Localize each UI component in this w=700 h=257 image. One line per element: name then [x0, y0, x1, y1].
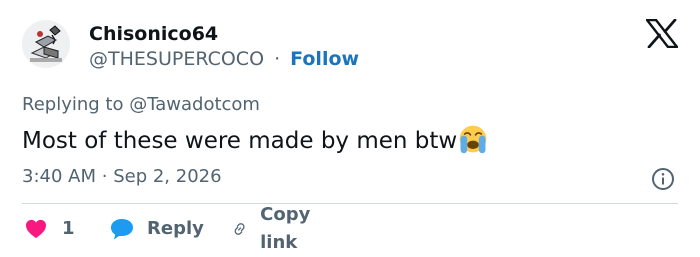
handle-separator: ·: [274, 48, 281, 70]
author-handle[interactable]: @THESUPERCOCO: [89, 48, 264, 70]
like-button[interactable]: 1: [25, 215, 75, 243]
divider: [22, 203, 678, 204]
reply-button[interactable]: Reply: [110, 215, 204, 243]
reply-label: Reply: [147, 218, 204, 239]
replying-mention[interactable]: @Tawadotcom: [129, 94, 260, 115]
time-separator: ·: [101, 166, 108, 187]
follow-button[interactable]: Follow: [290, 48, 359, 70]
heart-icon: [26, 219, 46, 239]
like-count: 1: [62, 218, 75, 239]
loudly-crying-face-icon: [459, 125, 487, 154]
x-logo-icon[interactable]: [646, 19, 678, 48]
author-name[interactable]: Chisonico64: [89, 22, 218, 46]
tweet-text: Most of these were made by men btw: [22, 124, 488, 157]
replying-prefix: Replying to: [22, 94, 124, 115]
avatar-drawing: [22, 20, 70, 68]
tweet-date: Sep 2, 2026: [113, 166, 222, 187]
replying-to: Replying to @Tawadotcom: [22, 93, 260, 117]
info-icon[interactable]: [651, 167, 675, 191]
tweet-body: Most of these were made by men btw: [22, 128, 458, 154]
copy-link-button[interactable]: Copy link: [232, 204, 319, 253]
author-handle-row: @THESUPERCOCO · Follow: [89, 47, 359, 71]
link-icon: [234, 223, 245, 235]
copy-link-label: Copy link: [260, 204, 311, 253]
timestamp[interactable]: 3:40 AM · Sep 2, 2026: [22, 165, 222, 189]
tweet-time: 3:40 AM: [22, 166, 96, 187]
reply-bubble-icon: [111, 219, 133, 240]
avatar[interactable]: [22, 20, 70, 68]
